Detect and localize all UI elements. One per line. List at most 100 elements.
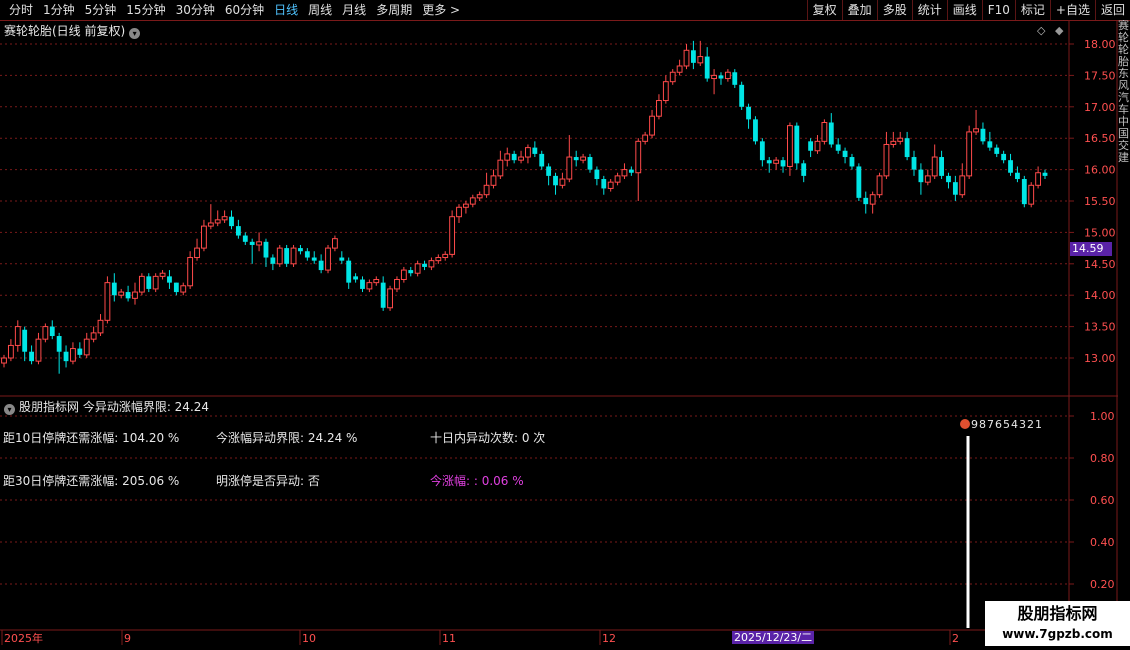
- candle-body: [739, 84, 745, 107]
- candle-body: [924, 175, 931, 183]
- candle-body: [332, 238, 338, 249]
- candle-body: [214, 219, 221, 224]
- candle-body: [394, 279, 400, 290]
- candle-body: [442, 253, 449, 259]
- kline-chart[interactable]: 18.00 17.50 17.00 16.50 16.00 15.50 15.00 14.50…: [0, 0, 1130, 650]
- candle-body: [939, 157, 945, 176]
- candle-body: [628, 169, 634, 173]
- candle-body: [476, 194, 483, 199]
- candle-body: [138, 275, 145, 293]
- candle-body: [849, 157, 855, 167]
- candle-body: [366, 282, 373, 290]
- candle-body: [111, 282, 117, 296]
- candle-body: [428, 260, 435, 268]
- candle-body: [456, 206, 462, 218]
- candle-body: [1, 357, 7, 364]
- candle-body: [276, 247, 283, 265]
- candle-body: [973, 128, 979, 133]
- candle-body: [835, 144, 841, 151]
- candle-body: [414, 263, 421, 274]
- candle-body: [669, 71, 676, 83]
- candle-body: [469, 197, 476, 205]
- candle-body: [311, 257, 317, 261]
- candle-body: [518, 156, 524, 161]
- indicator-tick-label: 0.60: [1090, 494, 1115, 507]
- candle-body: [711, 74, 717, 80]
- candle-body: [242, 235, 248, 242]
- price-tick-label: 18.00: [1084, 38, 1116, 51]
- candle-body: [759, 141, 765, 161]
- candle-body: [435, 257, 442, 262]
- price-tick-label: 17.50: [1084, 69, 1116, 82]
- candle-body: [987, 141, 993, 148]
- candle-body: [49, 326, 55, 337]
- candle-body: [511, 153, 517, 161]
- x-axis-label: 12: [602, 632, 616, 645]
- x-axis-label: 2025年: [4, 631, 43, 645]
- candle-body: [56, 336, 62, 352]
- candle-body: [828, 122, 834, 145]
- candle-body: [201, 225, 207, 249]
- candle-body: [621, 169, 628, 177]
- indicator-marker-digits: 987654321: [960, 418, 1043, 431]
- candle-body: [380, 282, 386, 308]
- candle-body: [580, 156, 587, 161]
- candle-body: [904, 138, 910, 158]
- candle-body: [118, 291, 125, 296]
- candle-body: [635, 140, 642, 174]
- candle-body: [187, 257, 194, 287]
- candle-body: [821, 122, 828, 142]
- chevron-down-icon[interactable]: ▾: [4, 404, 15, 415]
- candle-body: [207, 222, 214, 227]
- candle-body: [911, 157, 917, 170]
- candle-body: [1028, 184, 1035, 205]
- candle-body: [539, 153, 545, 167]
- indicator-tick-label: 0.40: [1090, 536, 1115, 549]
- candle-body: [1008, 160, 1013, 173]
- candle-body: [298, 248, 303, 252]
- price-tick-label: 15.50: [1084, 195, 1116, 208]
- candle-body: [256, 241, 262, 246]
- candle-body: [883, 143, 890, 177]
- candle-body: [221, 216, 228, 221]
- candle-body: [422, 263, 427, 267]
- candle-body: [546, 166, 552, 176]
- candle-body: [1042, 172, 1048, 176]
- candle-body: [946, 175, 951, 183]
- candle-body: [753, 119, 758, 142]
- candle-body: [346, 260, 352, 283]
- price-tick-label: 14.00: [1084, 289, 1116, 302]
- right-side-list[interactable]: 赛轮轮胎东风汽车中国交建: [1118, 20, 1130, 630]
- right-strip-text: 赛轮轮胎东风汽车中国交建: [1118, 20, 1129, 164]
- highlight-date-tag: 2025/12/23/二: [732, 631, 815, 644]
- candle-body: [400, 269, 407, 280]
- candle-body: [83, 338, 90, 356]
- candle-body: [104, 282, 111, 321]
- candle-body: [1035, 172, 1042, 186]
- candle-body: [173, 282, 179, 293]
- candle-body: [662, 81, 669, 102]
- candle-body: [690, 50, 696, 63]
- indicator-title[interactable]: ▾ 股朋指标网 今异动涨幅界限: 24.24: [4, 398, 209, 415]
- candle-body: [732, 72, 738, 85]
- candle-body: [532, 147, 538, 154]
- candle-body: [952, 182, 958, 195]
- x-axis-label: 9: [124, 632, 131, 645]
- candle-body: [676, 65, 683, 73]
- price-tick-label: 16.00: [1084, 164, 1116, 177]
- candle-body: [718, 75, 724, 79]
- candle-body: [284, 248, 290, 264]
- candle-body: [794, 125, 800, 164]
- candle-body: [869, 194, 876, 205]
- candle-body: [808, 141, 814, 151]
- candle-body: [1015, 172, 1020, 180]
- candle-body: [497, 159, 504, 177]
- candle-body: [814, 140, 821, 152]
- candle-body: [229, 216, 234, 227]
- candle-body: [966, 131, 973, 177]
- candle-body: [649, 115, 655, 136]
- candle-body: [801, 163, 807, 176]
- candle-body: [263, 241, 269, 258]
- current-price-tag: 14.59: [1070, 242, 1112, 256]
- candle-body: [152, 275, 159, 290]
